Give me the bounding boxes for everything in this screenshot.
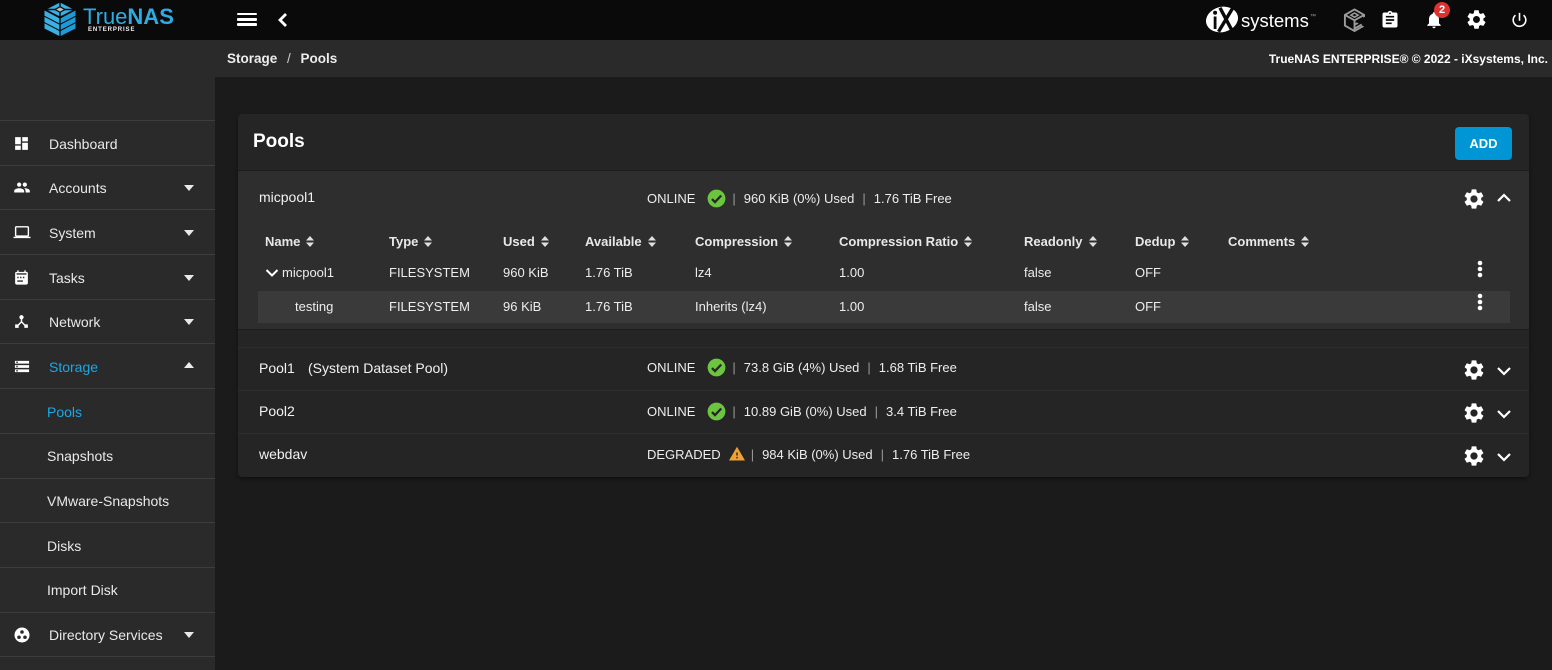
svg-text:systems: systems bbox=[1241, 10, 1309, 31]
svg-text:™: ™ bbox=[1310, 13, 1316, 20]
